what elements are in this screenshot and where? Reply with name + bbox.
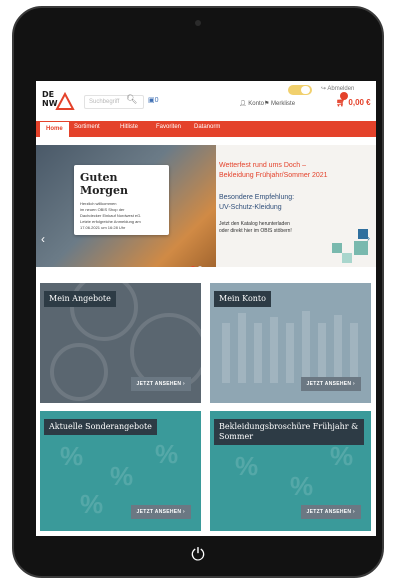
tile-pattern (50, 343, 108, 401)
percent-icon: % (110, 461, 134, 491)
percent-icon: % (60, 441, 84, 471)
view-button[interactable]: JETZT ANSEHEN › (130, 505, 191, 519)
slider-dot[interactable] (198, 266, 202, 267)
tile-pattern (350, 323, 358, 383)
tile-mein-angebote[interactable]: Mein Angebote JETZT ANSEHEN › (40, 283, 201, 403)
percent-icon: % (290, 471, 314, 501)
promo-cta-2: oder direkt hier im OBIS stöbern! (219, 228, 292, 234)
browser-screen: DE NW Suchbegriff 🔍︎ ▣0 ↪ Abmelden 👤︎ Ko… (36, 81, 376, 536)
promo-cta-1: Jetzt den Katalog herunterladen (219, 221, 290, 227)
percent-icon: % (330, 441, 354, 471)
promo-headline-1: Wetterfest rund ums Doch – (219, 162, 307, 169)
cart-total: 0,00 € (348, 98, 371, 107)
nav-item-home[interactable]: Home (40, 122, 69, 137)
tile-sonderangebote[interactable]: % % % % Aktuelle Sonderangebote JETZT AN… (40, 411, 201, 531)
welcome-title: Guten Morgen (80, 171, 128, 197)
welcome-card: Guten Morgen Herzlich willkommen im neue… (74, 165, 169, 235)
view-button[interactable]: JETZT ANSEHEN › (130, 377, 191, 391)
promo-subhead-2: UV-Schutz-Kleidung (219, 204, 282, 211)
tile-pattern (270, 317, 278, 383)
deco-square (342, 253, 352, 263)
camera-icon (195, 20, 201, 26)
tile-label: Bekleidungsbroschüre Frühjahr & Sommer (214, 419, 364, 445)
logout-label: Abmelden (327, 86, 355, 92)
logo-text-top: DE (42, 90, 55, 99)
percent-icon: % (80, 489, 104, 519)
logout-link[interactable]: ↪ Abmelden (321, 85, 354, 92)
nav-item-hitliste[interactable]: Hitliste (120, 124, 138, 130)
tile-pattern (318, 323, 326, 383)
tile-label: Aktuelle Sonderangebote (44, 419, 157, 435)
slider-dot[interactable] (191, 266, 195, 267)
nav-item-favoriten[interactable]: Favoriten (156, 124, 181, 130)
compare-icon[interactable]: ▣0 (148, 96, 159, 104)
view-button[interactable]: JETZT ANSEHEN › (300, 505, 361, 519)
nav-item-datanorm[interactable]: Datanorm (194, 124, 220, 130)
chevron-left-icon[interactable]: ‹ (41, 232, 45, 246)
wishlist-label: Merkliste (271, 101, 296, 107)
tile-label: Mein Angebote (44, 291, 116, 307)
promo-headline-2: Bekleidung Frühjahr/Sommer 2021 (219, 172, 328, 179)
tile-bekleidungsbroschuere[interactable]: % % % Bekleidungsbroschüre Frühjahr & So… (210, 411, 371, 531)
slider-dots (191, 257, 205, 267)
view-toggle[interactable] (288, 85, 312, 95)
percent-icon: % (155, 439, 179, 469)
tile-pattern (302, 311, 310, 383)
deco-square (354, 241, 368, 255)
account-link[interactable]: 👤︎ Konto (239, 100, 264, 107)
nav-item-sortiment[interactable]: Sortiment (74, 124, 100, 130)
tile-label: Mein Konto (214, 291, 271, 307)
tablet-frame: DE NW Suchbegriff 🔍︎ ▣0 ↪ Abmelden 👤︎ Ko… (12, 6, 384, 578)
compare-count: 0 (154, 97, 159, 104)
site-logo[interactable]: DE NW (42, 89, 76, 111)
deco-square (332, 243, 342, 253)
account-label: Konto (248, 101, 264, 107)
site-header: DE NW Suchbegriff 🔍︎ ▣0 ↪ Abmelden 👤︎ Ko… (36, 81, 376, 117)
wishlist-link[interactable]: ⚑ Merkliste (264, 100, 295, 107)
toggle-knob (301, 86, 310, 94)
logo-triangle-icon (55, 91, 75, 110)
cart-button[interactable]: 🛒︎ 0,00 € (336, 98, 371, 107)
view-button[interactable]: JETZT ANSEHEN › (300, 377, 361, 391)
tile-pattern (334, 315, 342, 383)
chevron-right-icon[interactable]: › (367, 233, 370, 243)
welcome-line: 17.06.2021 um 16:28 Uhr (80, 225, 126, 230)
search-icon[interactable]: 🔍︎ (126, 94, 137, 105)
promo-text: Wetterfest rund ums Doch – Bekleidung Fr… (219, 161, 369, 235)
percent-icon: % (235, 451, 259, 481)
power-icon[interactable]: ⏻ (187, 544, 209, 566)
tile-pattern (238, 313, 246, 383)
tile-pattern (254, 323, 262, 383)
tile-mein-konto[interactable]: Mein Konto JETZT ANSEHEN › (210, 283, 371, 403)
tile-pattern (286, 323, 294, 383)
promo-subhead-1: Besondere Empfehlung: (219, 194, 295, 201)
hero-slider[interactable]: Guten Morgen Herzlich willkommen im neue… (36, 145, 376, 267)
tile-pattern (222, 323, 230, 383)
main-navigation: Home Sortiment Hitliste Favoriten Datano… (36, 121, 376, 137)
